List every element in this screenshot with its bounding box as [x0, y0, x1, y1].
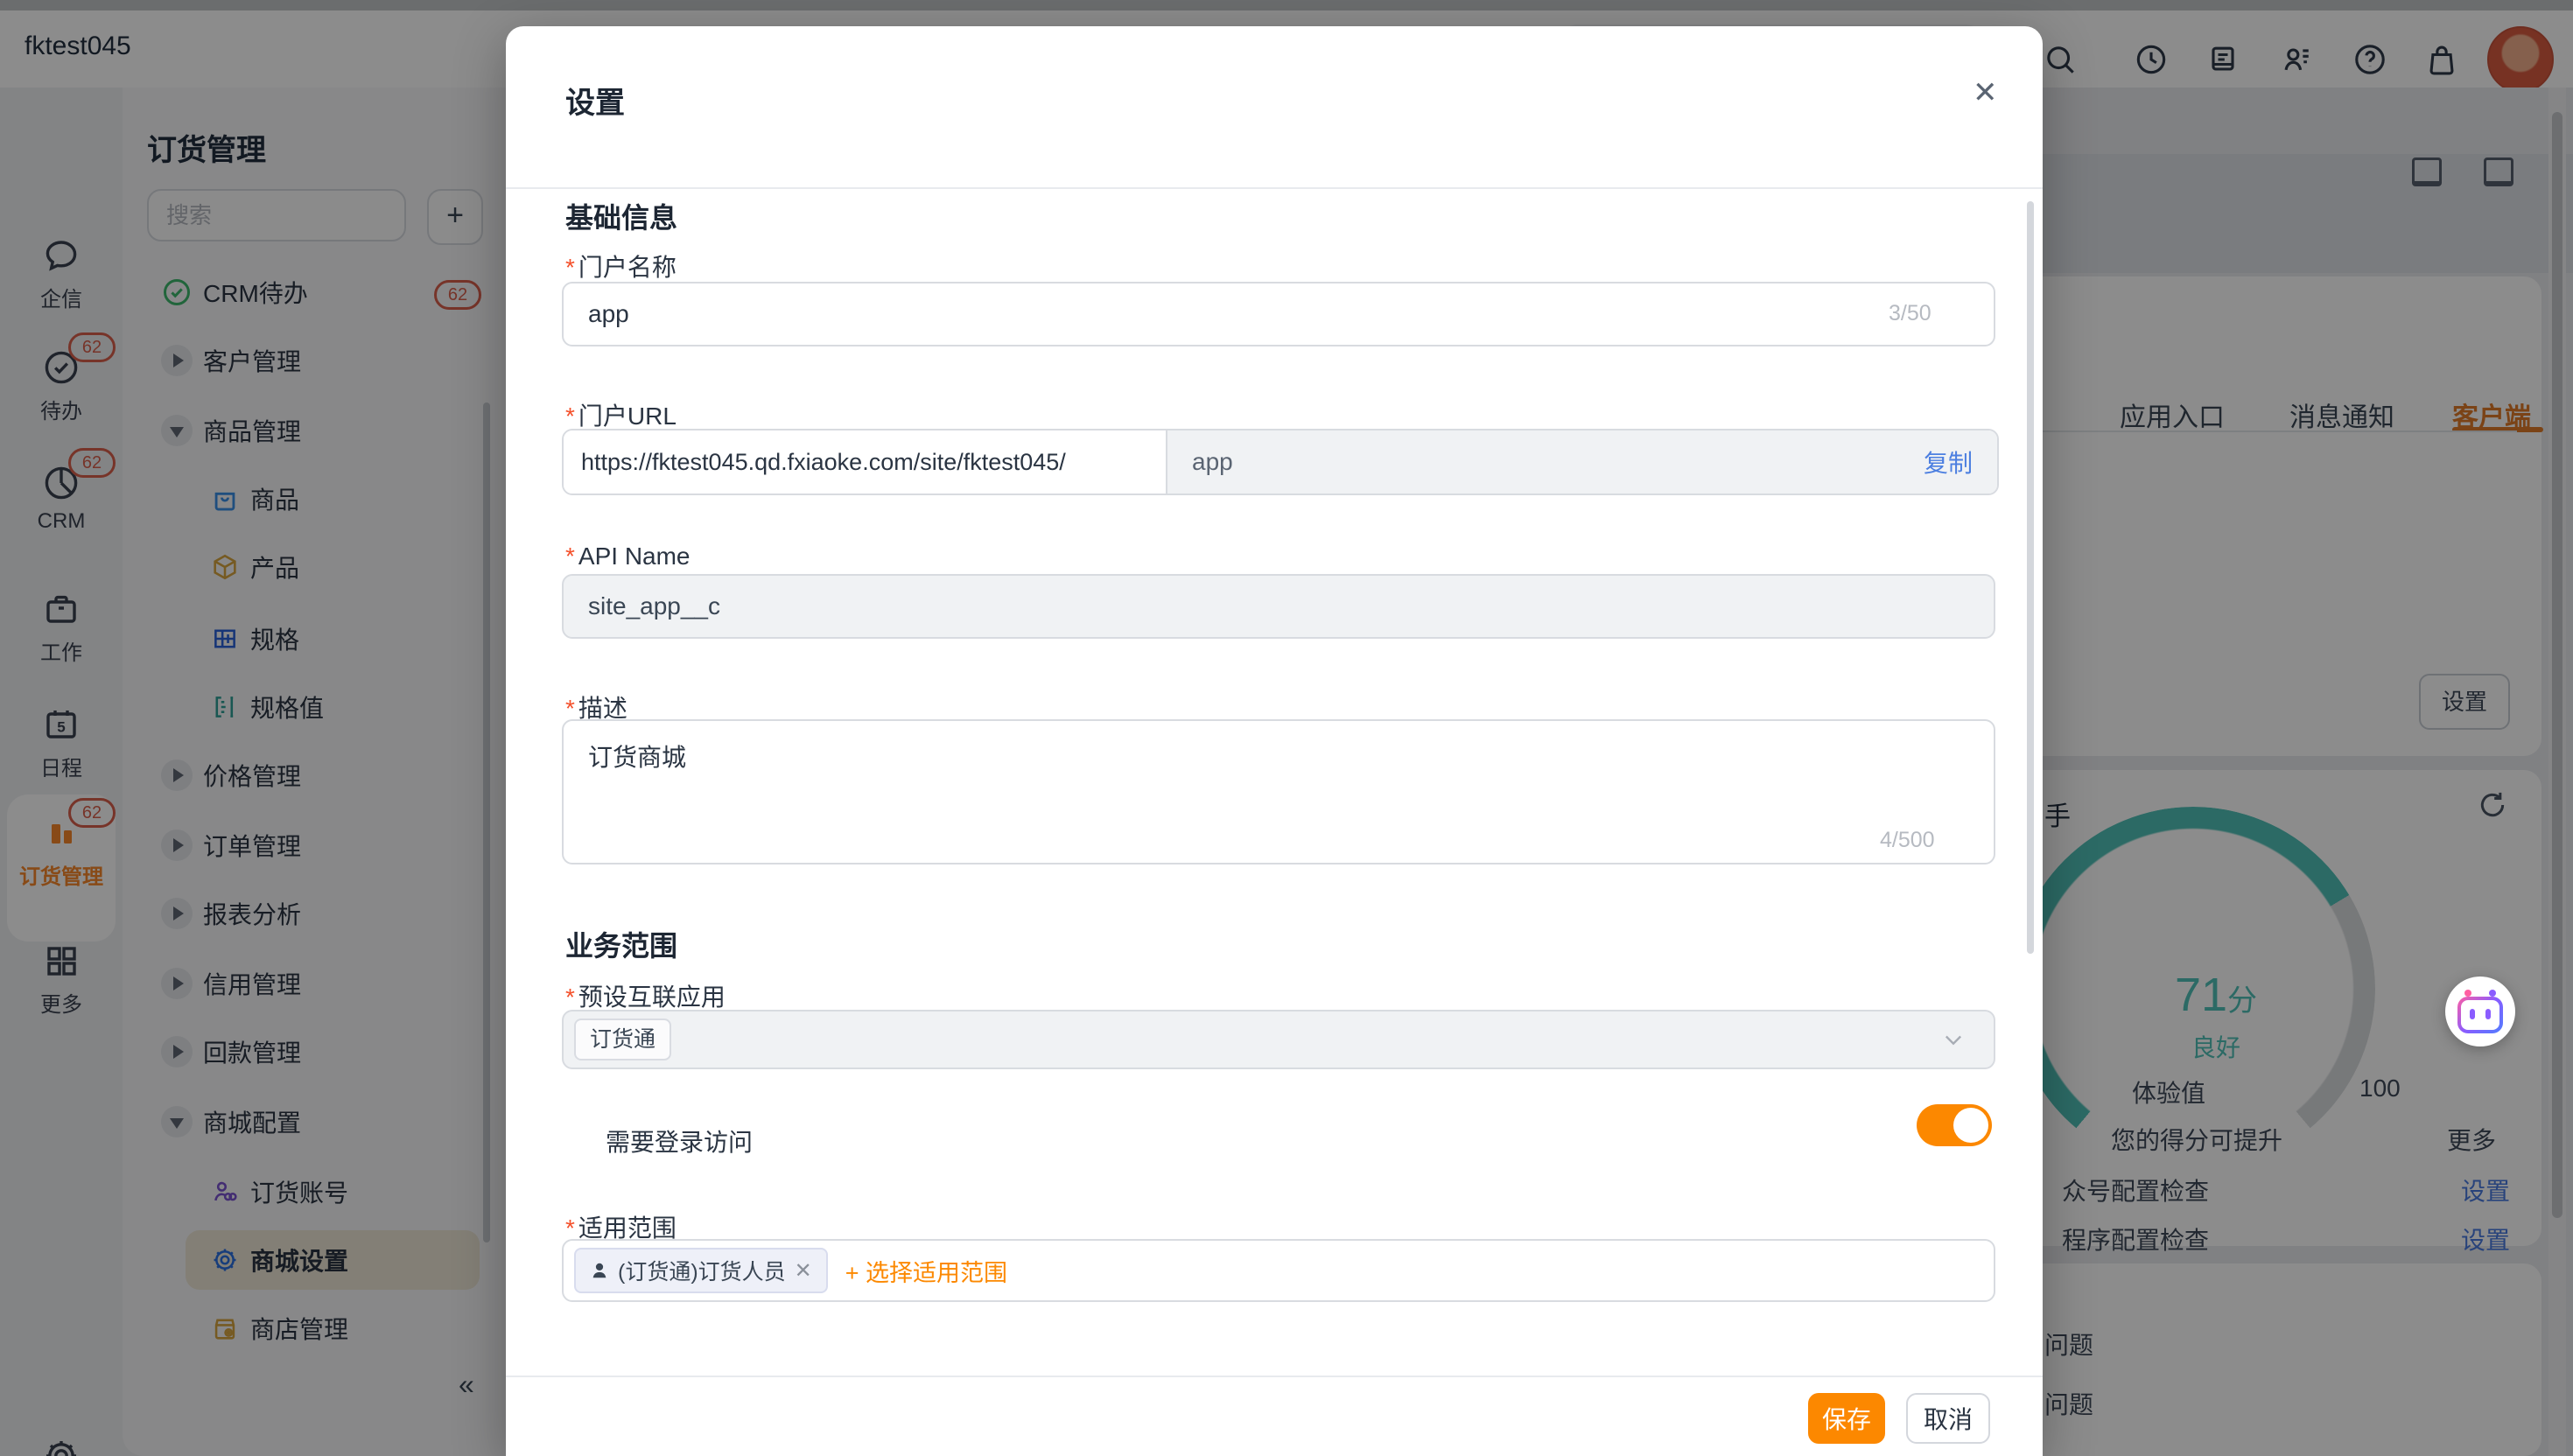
preset-app-tag: 订货通 [574, 1018, 671, 1060]
section-basic-info: 基础信息 [565, 196, 677, 236]
preset-app-label: 预设互联应用 [565, 978, 726, 1013]
section-business-scope: 业务范围 [565, 924, 677, 964]
apply-range-tag: (订货通)订货人员 ✕ [574, 1248, 828, 1293]
modal-footer-divider [506, 1376, 2043, 1377]
ai-assistant-button[interactable] [2445, 976, 2515, 1046]
modal-scrollbar[interactable] [2027, 201, 2034, 954]
portal-url-label: 门户URL [565, 397, 677, 432]
portal-name-label: 门户名称 [565, 248, 677, 284]
remove-tag-icon[interactable]: ✕ [795, 1258, 812, 1284]
close-icon[interactable]: ✕ [1973, 75, 1998, 110]
add-range-link[interactable]: + 选择适用范围 [845, 1254, 1007, 1288]
login-required-toggle[interactable] [1917, 1104, 1992, 1146]
person-icon [590, 1261, 609, 1280]
portal-url-slug[interactable]: app [1192, 448, 1233, 476]
portal-url-base: https://fktest045.qd.fxiaoke.com/site/fk… [564, 430, 1167, 494]
portal-name-input[interactable] [562, 282, 1995, 346]
cancel-button[interactable]: 取消 [1906, 1393, 1990, 1444]
api-name-label: API Name [565, 542, 691, 570]
chevron-down-icon [1941, 1027, 1966, 1052]
robot-icon [2457, 997, 2503, 1033]
copy-link[interactable]: 复制 [1924, 444, 1973, 480]
portal-url-group: https://fktest045.qd.fxiaoke.com/site/fk… [562, 429, 1999, 495]
login-required-label: 需要登录访问 [606, 1124, 753, 1158]
portal-url-slug-wrap: app 复制 [1167, 430, 1997, 494]
api-name-input [562, 574, 1995, 639]
app-window: fktest045 全部 搜索 [0, 0, 2573, 1456]
description-counter: 4/500 [1880, 828, 1935, 853]
apply-range-input[interactable]: (订货通)订货人员 ✕ + 选择适用范围 [562, 1239, 1995, 1302]
description-textarea[interactable]: 订货商城 [562, 719, 1995, 864]
preset-app-select[interactable]: 订货通 [562, 1010, 1995, 1069]
portal-name-counter: 3/50 [1889, 301, 1932, 326]
modal-title: 设置 [565, 79, 625, 122]
save-button[interactable]: 保存 [1808, 1393, 1885, 1444]
settings-modal: 设置 ✕ 基础信息 门户名称 3/50 门户URL https://fktest… [506, 26, 2043, 1456]
modal-header-divider [506, 187, 2043, 189]
